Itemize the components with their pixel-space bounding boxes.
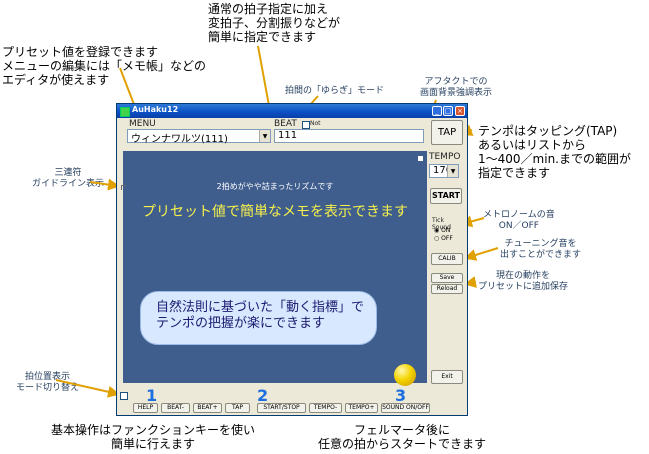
reload-button[interactable]: Reload [431, 284, 463, 294]
exit-button[interactable]: Exit [431, 370, 463, 384]
beat-position-checkbox[interactable] [120, 392, 128, 400]
display-panel: 2拍めがやや詰まったリズムです プリセット値で簡単なメモを表示できます 自然法則… [123, 151, 427, 386]
fkey-sound-toggle-button[interactable]: SOUND ON/OFF [381, 403, 430, 413]
annotation-metronome: メトロノームの音 ON／OFF [483, 210, 555, 231]
preset-select[interactable]: ウィンナワルツ(111) ▼ [127, 129, 271, 145]
start-button-label: START [431, 191, 461, 200]
fkey-beat-plus-button[interactable]: BEAT+ [193, 403, 222, 413]
tap-button-label: TAP [437, 127, 457, 138]
app-icon [120, 107, 130, 117]
app-window: AuHaku12 _ □ × MENU ウィンナワルツ(111) ▼ BEAT … [116, 103, 468, 416]
tap-button[interactable]: TAP [431, 120, 463, 145]
exit-button-label: Exit [441, 373, 453, 380]
fkey-tempo-minus-button[interactable]: TEMPO- [309, 403, 342, 413]
title-bar: AuHaku12 _ □ × [117, 104, 467, 118]
preset-select-value: ウィンナワルツ(111) [131, 134, 228, 145]
start-button[interactable]: START [430, 188, 462, 204]
save-button[interactable]: Save [431, 273, 463, 283]
preset-memo: プリセット値で簡単なメモを表示できます [142, 204, 408, 220]
window-title: AuHaku12 [132, 105, 179, 114]
annotation-preset: プリセット値を登録できます メニューの編集には「メモ帳」などの エディタが使えま… [2, 45, 207, 88]
not-checkbox[interactable] [302, 121, 310, 129]
callout-bubble: 自然法則に基づいた「動く指標」で テンポの把握が楽にできます [140, 291, 377, 345]
reload-button-label: Reload [436, 285, 458, 292]
close-button[interactable]: × [455, 106, 465, 116]
calib-button-label: CALIB [438, 255, 456, 262]
minimize-button[interactable]: _ [432, 106, 442, 116]
annotation-triplet: 三連符 ガイドライン表示 [32, 168, 105, 189]
callout-text: 自然法則に基づいた「動く指標」で テンポの把握が楽にできます [156, 300, 365, 332]
anacrusis-indicator [418, 156, 423, 161]
fkey-beat-minus-button[interactable]: BEAT- [161, 403, 190, 413]
fkey-tempo-plus-button[interactable]: TEMPO+ [345, 403, 378, 413]
annotation-yuragi: 拍間の「ゆらぎ」モード [285, 86, 385, 96]
tick-on-radio[interactable]: ◉ ON [434, 227, 450, 234]
annotation-fkeys: 基本操作はファンクションキーを使い 簡単に行えます [51, 423, 256, 452]
tempo-select[interactable]: 170 ▼ [429, 164, 459, 178]
beat-input-value: 111 [278, 130, 298, 141]
tempo-label: TEMPO [429, 152, 461, 162]
save-button-label: Save [439, 274, 455, 281]
annotation-save: 現在の動作を プリセットに追加保存 [478, 271, 569, 292]
beat-indicator-ball [394, 364, 416, 386]
triplet-guide-marker [121, 185, 126, 190]
tick-off-label: OFF [441, 235, 453, 242]
maximize-button[interactable]: □ [443, 106, 453, 116]
menu-label: MENU [129, 119, 156, 129]
annotation-tuning: チューニング音を 出すことができます [500, 239, 582, 260]
tick-off-radio[interactable]: ○ OFF [434, 235, 453, 242]
fkey-tap-button[interactable]: TAP [225, 403, 250, 413]
annotation-tap: テンポはタッピング(TAP) あるいはリストから 1～400／min.までの範囲… [478, 124, 631, 181]
rhythm-description: 2拍めがやや詰まったリズムです [216, 182, 334, 191]
fkey-start-stop-button[interactable]: START/STOP [257, 403, 306, 413]
fkey-help-button[interactable]: HELP [133, 403, 158, 413]
annotation-beat: 通常の拍子指定に加え 変拍子、分割振りなどが 簡単に指定できます [208, 2, 341, 45]
calib-button[interactable]: CALIB [431, 253, 463, 265]
beat-input[interactable]: 111 [274, 129, 424, 143]
tick-sound-group: Tick Sound ◉ ON ○ OFF [430, 217, 464, 247]
annotation-anacrusis: アフタクトでの 画面背景強調表示 [420, 77, 493, 98]
annotation-beat-position: 拍位置表示 モード切り替え [16, 372, 80, 393]
tick-on-label: ON [441, 227, 451, 234]
annotation-fermata: フェルマータ後に 任意の拍からスタートできます [318, 423, 487, 452]
chevron-down-icon[interactable]: ▼ [259, 130, 270, 142]
not-label: Not [310, 120, 321, 127]
chevron-down-icon[interactable]: ▼ [447, 165, 458, 177]
beat-label: BEAT [274, 119, 297, 129]
arrow-tuning [464, 247, 499, 261]
